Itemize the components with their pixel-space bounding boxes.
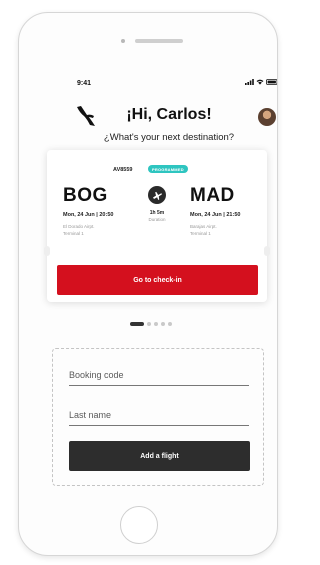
carousel-dot[interactable] — [161, 322, 165, 326]
home-button[interactable] — [120, 506, 158, 544]
booking-code-input[interactable] — [69, 365, 249, 386]
duration-label: Duration — [148, 217, 166, 222]
ticket-notch-right — [264, 246, 270, 256]
origin-datetime: Mon, 24 Jun | 20:50 — [63, 212, 114, 218]
greeting-subtitle: ¿What's your next destination? — [103, 132, 235, 143]
camera-dot — [121, 39, 125, 43]
origin-terminal: Terminal 1 — [63, 231, 84, 236]
status-icons — [245, 79, 277, 85]
user-avatar[interactable] — [258, 108, 276, 126]
greeting-title: ¡Hi, Carlos! — [126, 106, 212, 123]
destination-datetime: Mon, 24 Jun | 21:50 — [190, 212, 241, 218]
flight-number: AV8559 — [113, 167, 133, 173]
carousel-dots — [130, 322, 172, 326]
status-badge: PROGRAMMED — [148, 165, 188, 173]
destination-code: MAD — [190, 185, 235, 206]
carousel-dot-active[interactable] — [130, 322, 144, 326]
destination-airport-name: Barajas Airpt. — [190, 224, 217, 229]
earpiece-speaker — [135, 39, 183, 43]
carousel-dot[interactable] — [147, 322, 151, 326]
carousel-dot[interactable] — [154, 322, 158, 326]
flight-card[interactable]: AV8559 PROGRAMMED BOG MAD 1h 5m Duration… — [44, 150, 270, 302]
origin-code: BOG — [63, 185, 108, 206]
signal-icon — [245, 79, 254, 85]
flight-duration: 1h 5m — [149, 210, 165, 216]
ticket-notch-left — [44, 246, 50, 256]
destination-airport: Barajas Airpt. Terminal 1 — [190, 223, 217, 237]
checkin-button[interactable]: Go to check-in — [57, 265, 258, 295]
wifi-icon — [256, 79, 264, 85]
origin-airport: El Dorado Airpt. Terminal 1 — [63, 223, 95, 237]
status-time: 9:41 — [77, 80, 92, 87]
destination-terminal: Terminal 1 — [190, 231, 211, 236]
last-name-input[interactable] — [69, 405, 249, 426]
battery-icon — [266, 79, 277, 85]
add-flight-form: Add a flight — [52, 348, 264, 486]
plane-icon — [148, 186, 166, 204]
carousel-dot[interactable] — [168, 322, 172, 326]
origin-airport-name: El Dorado Airpt. — [63, 224, 95, 229]
add-flight-button[interactable]: Add a flight — [69, 441, 250, 471]
